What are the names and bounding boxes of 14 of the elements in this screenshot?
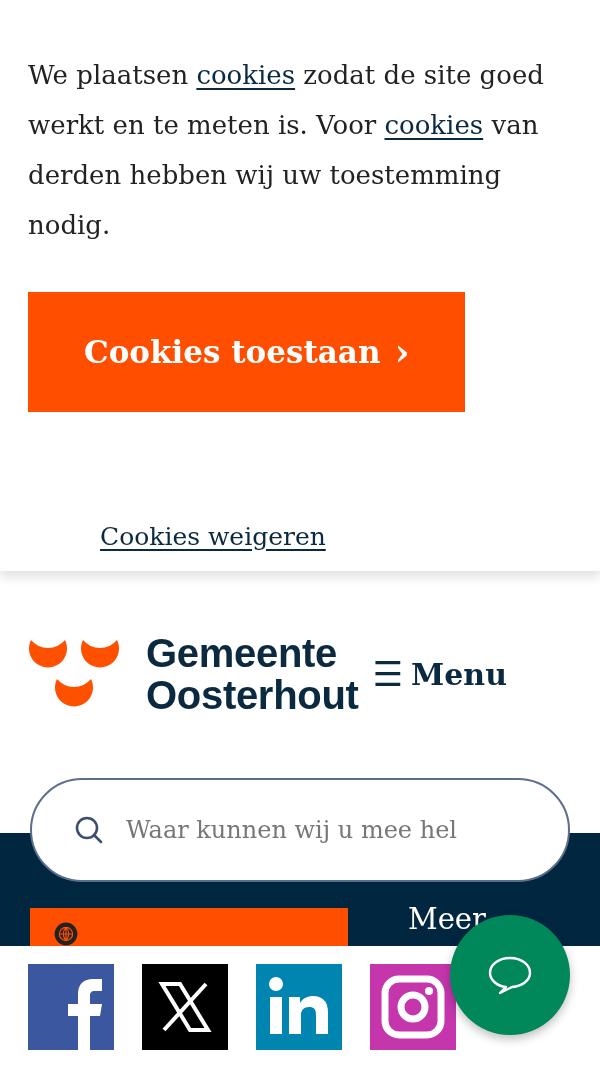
search-field[interactable]: Waar kunnen wij u mee hel xyxy=(30,778,570,882)
reject-cookies-link[interactable]: Cookies weigeren xyxy=(100,522,326,551)
chat-bubble-icon xyxy=(486,955,534,995)
linkedin-icon[interactable] xyxy=(256,964,342,1050)
instagram-icon[interactable] xyxy=(370,964,456,1050)
cookie-message: We plaatsen cookies zodat de site goed werkt en te meten is. Voor cookies van derden hebben wij uw toestemming nodig. xyxy=(28,59,545,242)
menu-button[interactable]: ☰ Menu xyxy=(372,654,507,694)
x-logo-icon[interactable] xyxy=(142,964,228,1050)
logo[interactable]: Gemeente Oosterhout xyxy=(28,632,359,716)
cookies-link[interactable]: cookies xyxy=(196,60,296,90)
cookies-link[interactable]: cookies xyxy=(384,110,484,140)
translate-button[interactable] xyxy=(30,908,348,946)
hero-text: Meer xyxy=(408,902,486,936)
facebook-icon[interactable] xyxy=(28,964,114,1050)
